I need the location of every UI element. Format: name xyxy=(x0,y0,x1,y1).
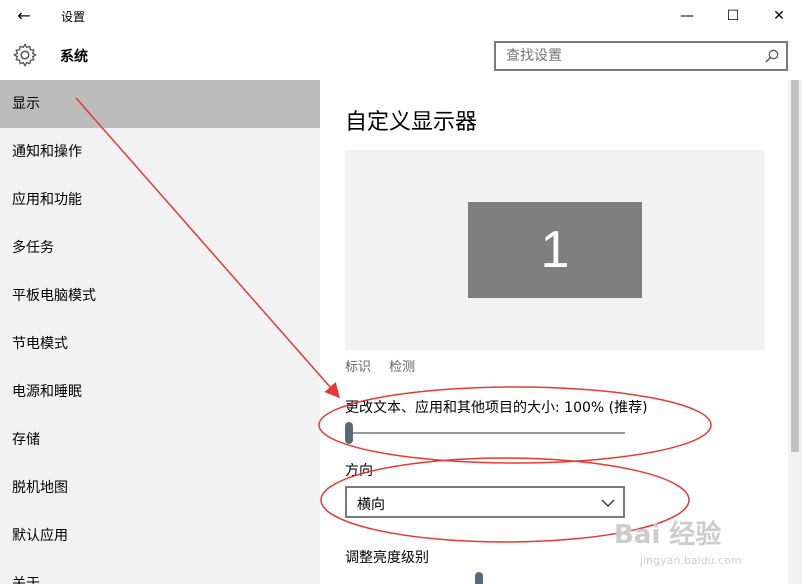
scrollbar-thumb[interactable] xyxy=(791,80,799,452)
scale-label: 更改文本、应用和其他项目的大小: 100% (推荐) xyxy=(345,400,648,416)
back-arrow-icon[interactable]: ← xyxy=(10,4,38,28)
identify-link[interactable]: 标识 xyxy=(345,360,371,375)
search-input[interactable] xyxy=(496,43,746,69)
page-header: 系统 xyxy=(0,32,802,80)
sidebar: 显示 通知和操作 应用和功能 多任务 平板电脑模式 节电模式 电源和睡眠 存储 脱机地图 默认应用… xyxy=(0,80,320,584)
slider-track xyxy=(345,432,625,434)
sidebar-item[interactable]: 关于 xyxy=(0,560,320,584)
display-links: 标识 检测 xyxy=(345,356,429,375)
scale-slider[interactable] xyxy=(345,422,625,446)
monitor-tile[interactable]: 1 xyxy=(468,202,642,298)
orientation-label: 方向 xyxy=(345,463,373,479)
sidebar-item[interactable]: 默认应用 xyxy=(0,512,320,560)
sidebar-item[interactable]: 显示 xyxy=(0,80,320,128)
watermark-url: jingyan.baidu.com xyxy=(640,554,742,567)
orientation-dropdown[interactable]: 横向 xyxy=(345,486,625,518)
scrollbar[interactable] xyxy=(788,80,802,584)
sidebar-item[interactable]: 多任务 xyxy=(0,224,320,272)
sidebar-item[interactable]: 脱机地图 xyxy=(0,464,320,512)
page-title: 自定义显示器 xyxy=(345,110,478,135)
gear-icon xyxy=(13,43,37,67)
maximize-icon[interactable]: ☐ xyxy=(710,0,756,32)
sidebar-item[interactable]: 电源和睡眠 xyxy=(0,368,320,416)
main-content: 自定义显示器 1 标识 检测 更改文本、应用和其他项目的大小: 100% (推荐… xyxy=(320,80,788,584)
sidebar-item[interactable]: 通知和操作 xyxy=(0,128,320,176)
minimize-icon[interactable]: — xyxy=(664,0,710,32)
orientation-value: 横向 xyxy=(357,497,385,513)
title-bar: ← 设置 — ☐ ✕ xyxy=(0,0,802,32)
chevron-down-icon xyxy=(601,499,615,507)
search-icon[interactable] xyxy=(764,48,780,64)
sidebar-item[interactable]: 节电模式 xyxy=(0,320,320,368)
window-title: 设置 xyxy=(61,10,86,24)
sidebar-item[interactable]: 应用和功能 xyxy=(0,176,320,224)
display-arrangement-area: 1 xyxy=(345,150,765,350)
sidebar-item[interactable]: 存储 xyxy=(0,416,320,464)
watermark-logo: Bai 经验 xyxy=(614,520,722,550)
detect-link[interactable]: 检测 xyxy=(389,360,415,375)
brightness-slider-thumb[interactable] xyxy=(475,572,483,584)
brightness-label: 调整亮度级别 xyxy=(345,550,429,566)
search-box[interactable] xyxy=(494,41,788,71)
slider-thumb[interactable] xyxy=(345,422,353,444)
sidebar-item[interactable]: 平板电脑模式 xyxy=(0,272,320,320)
section-title: 系统 xyxy=(60,49,88,65)
close-icon[interactable]: ✕ xyxy=(756,0,802,32)
